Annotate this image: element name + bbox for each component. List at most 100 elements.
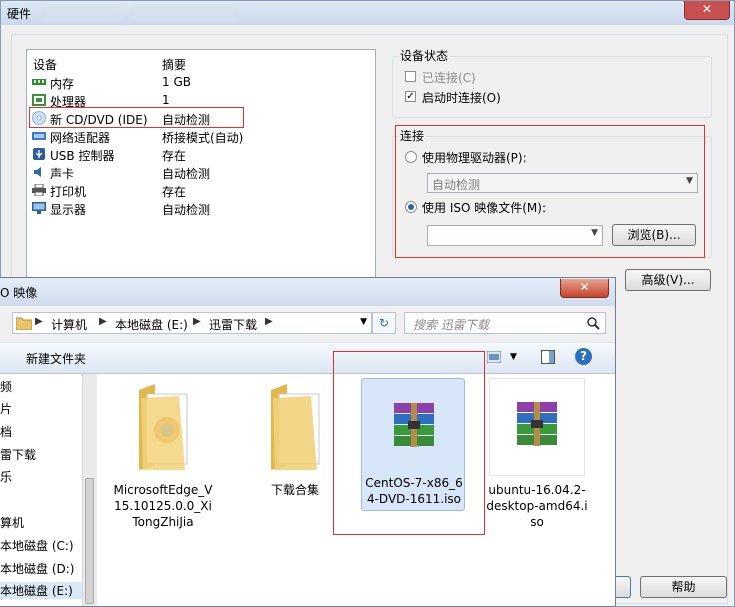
physical-drive-radio[interactable] xyxy=(405,151,417,163)
dialog-title: O 映像 xyxy=(0,286,38,300)
connected-label: 已连接(C) xyxy=(422,71,476,85)
refresh-button[interactable]: ↻ xyxy=(372,312,396,334)
nav-item-documents[interactable]: 档 xyxy=(0,423,12,440)
device-row-sound[interactable]: 声卡 自动检测 xyxy=(32,164,372,182)
device-summary: 存在 xyxy=(162,149,187,163)
scrollbar-thumb[interactable] xyxy=(85,478,94,604)
file-name: 下载合集 xyxy=(270,483,319,497)
file-item-msedge[interactable]: MicrosoftEdge_V15.10125.0.0_XiTongZhiJia xyxy=(111,378,215,530)
device-row-network[interactable]: 网络适配器 桥接模式(自动) xyxy=(32,128,372,146)
device-summary: 1 xyxy=(162,93,170,107)
memory-icon xyxy=(32,79,46,85)
folder-icon xyxy=(16,317,32,330)
nav-scrollbar[interactable] xyxy=(82,374,97,606)
new-folder-button[interactable]: 新建文件夹 xyxy=(26,350,86,367)
device-name: 处理器 xyxy=(50,95,87,109)
help-icon[interactable]: ? xyxy=(575,348,592,365)
dialog-title-bar: O 映像 ✕ xyxy=(0,278,615,306)
device-name: 网络适配器 xyxy=(50,131,111,145)
breadcrumb-separator: ▶ xyxy=(99,316,107,327)
physical-drive-select[interactable]: 自动检测 ▼ xyxy=(427,173,698,193)
device-name: 显示器 xyxy=(50,203,87,217)
close-button[interactable]: ✕ xyxy=(684,1,730,20)
view-dropdown-icon[interactable]: ▼ xyxy=(510,352,517,362)
nav-item-videos[interactable]: 频 xyxy=(0,378,12,395)
help-button[interactable]: 帮助 xyxy=(640,576,727,598)
device-summary: 存在 xyxy=(162,185,187,199)
nav-item-xunlei[interactable]: 雷下载 xyxy=(0,446,36,463)
dropdown-arrow-icon: ▼ xyxy=(686,176,693,186)
device-name: 打印机 xyxy=(50,185,87,199)
device-status-title: 设备状态 xyxy=(398,47,451,64)
breadcrumb-computer[interactable]: 计算机 xyxy=(51,316,87,333)
device-row-processor[interactable]: 处理器 1 xyxy=(32,92,372,110)
device-summary: 自动检测 xyxy=(162,203,211,217)
column-header-device: 设备 xyxy=(33,58,58,72)
usb-icon xyxy=(33,148,45,160)
address-dropdown-icon[interactable]: ▼ xyxy=(360,317,367,327)
file-item-ubuntu-iso[interactable]: ubuntu-16.04.2-desktop-amd64.iso xyxy=(485,378,589,529)
device-row-printer[interactable]: 打印机 存在 xyxy=(32,182,372,200)
sound-icon xyxy=(34,167,41,177)
iso-path-input[interactable]: ▼ xyxy=(427,225,603,246)
file-name: MicrosoftEdge_V15.10125.0.0_XiTongZhiJia xyxy=(113,483,213,529)
breadcrumb-separator: ▶ xyxy=(193,316,201,327)
device-name: USB 控制器 xyxy=(50,149,115,163)
device-name: 新 CD/DVD (IDE) xyxy=(50,113,148,127)
connect-at-power-on-checkbox[interactable]: ✓ xyxy=(405,91,416,102)
dialog-close-button[interactable]: ✕ xyxy=(560,279,609,298)
nav-item-computer[interactable]: 算机 xyxy=(0,514,24,531)
device-name: 声卡 xyxy=(50,167,75,181)
address-row: ▶ 计算机 ▶ 本地磁盘 (E:) ▶ 迅雷下载 ▶ ▼ ↻ 搜索 迅雷下载 xyxy=(0,310,615,336)
breadcrumb-separator: ▶ xyxy=(265,316,273,327)
iso-image-radio[interactable] xyxy=(405,201,417,213)
search-placeholder: 搜索 迅雷下载 xyxy=(413,318,489,332)
nav-item-drive-e[interactable]: 本地磁盘 (E:) xyxy=(0,582,82,599)
window-title: 硬件 xyxy=(7,7,32,21)
device-status-group xyxy=(392,56,712,118)
title-bar: 硬件 ✕ xyxy=(1,1,734,25)
device-row-usb[interactable]: USB 控制器 存在 xyxy=(32,146,372,164)
iso-image-label: 使用 ISO 映像文件(M): xyxy=(422,201,546,215)
connected-checkbox[interactable] xyxy=(405,71,416,82)
search-icon[interactable] xyxy=(587,317,600,330)
cd-icon xyxy=(32,111,46,125)
file-name: CentOS-7-x86_64-DVD-1611.iso xyxy=(365,476,463,506)
device-name: 内存 xyxy=(50,77,75,91)
physical-drive-value: 自动检测 xyxy=(432,178,481,192)
browse-button[interactable]: 浏览(B)... xyxy=(612,224,696,246)
blurred-tab xyxy=(41,7,121,19)
archive-icon xyxy=(394,403,434,447)
device-row-cd-dvd[interactable]: 新 CD/DVD (IDE) 自动检测 xyxy=(32,110,372,128)
folder-icon xyxy=(139,384,188,470)
network-icon xyxy=(32,132,46,140)
printer-icon xyxy=(32,184,46,196)
device-summary: 1 GB xyxy=(162,75,191,89)
address-bar[interactable]: ▶ 计算机 ▶ 本地磁盘 (E:) ▶ 迅雷下载 ▶ ▼ xyxy=(12,312,372,334)
advanced-button[interactable]: 高级(V)... xyxy=(625,269,711,291)
breadcrumb-xunlei[interactable]: 迅雷下载 xyxy=(209,316,257,333)
device-list[interactable]: 设备 摘要 内存 1 GB 处理器 1 新 CD/DVD (IDE) 自动检测 … xyxy=(26,49,376,284)
iso-file-dialog: O 映像 ✕ ▶ 计算机 ▶ 本地磁盘 (E:) ▶ 迅雷下载 ▶ ▼ ↻ 搜索… xyxy=(0,277,616,607)
device-summary: 桥接模式(自动) xyxy=(162,131,244,145)
nav-item-pictures[interactable]: 片 xyxy=(0,400,12,417)
connection-title: 连接 xyxy=(398,127,427,144)
file-name: ubuntu-16.04.2-desktop-amd64.iso xyxy=(486,483,588,529)
breadcrumb-drive-e[interactable]: 本地磁盘 (E:) xyxy=(115,316,188,333)
nav-item-drive-d[interactable]: 本地磁盘 (D:) xyxy=(0,560,74,577)
device-summary: 自动检测 xyxy=(162,167,211,181)
physical-drive-label: 使用物理驱动器(P): xyxy=(422,151,527,165)
preview-pane-icon[interactable] xyxy=(541,350,555,364)
file-item-download-collection[interactable]: 下载合集 xyxy=(243,378,347,508)
file-list: MicrosoftEdge_V15.10125.0.0_XiTongZhiJia… xyxy=(97,374,615,606)
file-item-centos-iso[interactable]: CentOS-7-x86_64-DVD-1611.iso xyxy=(361,378,465,511)
folder-icon xyxy=(271,384,320,470)
view-options-icon[interactable] xyxy=(487,351,501,363)
device-row-memory[interactable]: 内存 1 GB xyxy=(32,74,372,92)
nav-item-music[interactable]: 乐 xyxy=(0,468,12,485)
connect-at-power-on-label: 启动时连接(O) xyxy=(422,91,501,105)
nav-item-drive-c[interactable]: 本地磁盘 (C:) xyxy=(0,537,74,554)
search-box[interactable]: 搜索 迅雷下载 xyxy=(404,312,606,334)
device-row-display[interactable]: 显示器 自动检测 xyxy=(32,200,372,218)
processor-icon xyxy=(32,94,46,106)
